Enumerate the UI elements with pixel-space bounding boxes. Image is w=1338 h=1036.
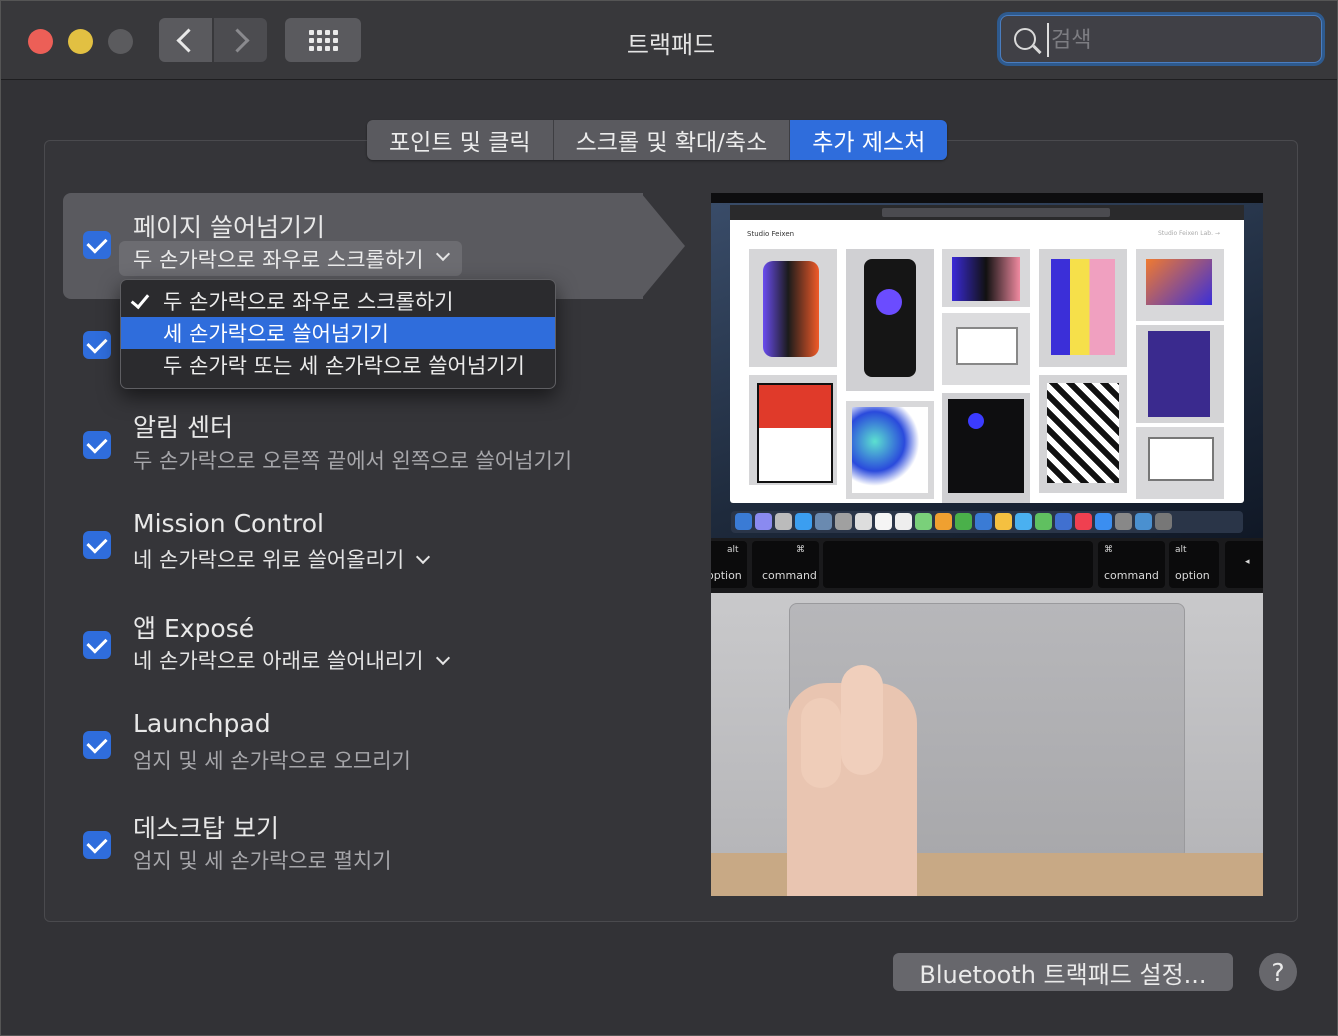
selection-pointer (641, 193, 685, 299)
menu-option-two-finger-scroll[interactable]: 두 손가락으로 좌우로 스크롤하기 (121, 285, 555, 317)
help-button[interactable]: ? (1259, 953, 1297, 991)
menu-option-label: 세 손가락으로 쓸어넘기기 (163, 322, 389, 346)
tab-more-gestures[interactable]: 추가 제스처 (790, 120, 948, 160)
checkmark-icon (86, 532, 108, 554)
mission-control-title: Mission Control (133, 509, 324, 538)
swipe-pages-title: 페이지 쓸어넘기기 (133, 213, 325, 242)
notification-center-title: 알림 센터 (133, 413, 233, 442)
checkmark-icon (86, 332, 108, 354)
mission-control-checkbox[interactable] (83, 531, 111, 559)
app-expose-popup[interactable]: 네 손가락으로 아래로 쓸어내리기 (133, 645, 450, 675)
menu-option-label: 두 손가락으로 좌우로 스크롤하기 (163, 290, 454, 314)
mission-control-popup-value: 네 손가락으로 위로 쓸어올리기 (133, 548, 405, 572)
minimize-window-button[interactable] (68, 29, 93, 54)
show-all-button[interactable] (285, 18, 361, 62)
show-desktop-checkbox[interactable] (83, 831, 111, 859)
chevron-down-icon (435, 650, 450, 666)
preview-site-link: Studio Feixen Lab. → (1158, 230, 1220, 237)
close-window-button[interactable] (28, 29, 53, 54)
chevron-down-icon (435, 246, 450, 261)
grid-icon (308, 29, 338, 51)
notification-center-checkbox[interactable] (83, 431, 111, 459)
preview-browser-window: Studio Feixen Studio Feixen Lab. → (730, 205, 1244, 503)
swipe-pages-popup[interactable]: 두 손가락으로 좌우로 스크롤하기 (119, 241, 462, 276)
swipe-apps-checkbox[interactable] (83, 331, 111, 359)
tab-scroll-and-zoom[interactable]: 스크롤 및 확대/축소 (553, 120, 791, 160)
gesture-preview-image: Studio Feixen Studio Feixen Lab. → alt p… (711, 193, 1263, 896)
launchpad-subtitle: 엄지 및 세 손가락으로 오므리기 (133, 749, 411, 773)
mission-control-popup[interactable]: 네 손가락으로 위로 쓸어올리기 (133, 544, 431, 574)
checkmark-icon (86, 832, 108, 854)
menu-option-label: 두 손가락 또는 세 손가락으로 쓸어넘기기 (163, 354, 525, 378)
checkmark-icon (86, 432, 108, 454)
chevron-left-icon (176, 27, 201, 53)
app-expose-checkbox[interactable] (83, 631, 111, 659)
app-expose-title: 앱 Exposé (133, 614, 255, 643)
checkmark-icon (86, 732, 108, 754)
zoom-window-button[interactable] (108, 29, 133, 54)
tab-bar: 포인트 및 클릭 스크롤 및 확대/축소 추가 제스처 (367, 120, 948, 160)
launchpad-checkbox[interactable] (83, 731, 111, 759)
preview-site-name: Studio Feixen (747, 230, 795, 238)
launchpad-title: Launchpad (133, 709, 271, 738)
preview-screen: Studio Feixen Studio Feixen Lab. → (711, 193, 1263, 538)
checkmark-icon (86, 232, 108, 254)
swipe-pages-popup-value: 두 손가락으로 좌우로 스크롤하기 (133, 247, 424, 272)
preview-dock (731, 511, 1243, 533)
back-button[interactable] (159, 18, 212, 62)
search-icon (1014, 28, 1036, 50)
bluetooth-trackpad-setup-button[interactable]: Bluetooth 트랙패드 설정... (893, 953, 1233, 991)
swipe-pages-checkbox[interactable] (83, 231, 111, 259)
menu-option-two-or-three-finger-swipe[interactable]: 두 손가락 또는 세 손가락으로 쓸어넘기기 (121, 349, 555, 381)
forward-button[interactable] (214, 18, 267, 62)
tab-point-and-click[interactable]: 포인트 및 클릭 (367, 120, 554, 160)
notification-center-subtitle: 두 손가락으로 오른쪽 끝에서 왼쪽으로 쓸어넘기기 (133, 449, 573, 473)
show-desktop-subtitle: 엄지 및 세 손가락으로 펼치기 (133, 849, 392, 873)
chevron-right-icon (225, 27, 250, 53)
menu-option-three-finger-swipe[interactable]: 세 손가락으로 쓸어넘기기 (121, 317, 555, 349)
title-bar: 트랙패드 (1, 1, 1337, 80)
checkmark-icon (86, 632, 108, 654)
window-title: 트랙패드 (626, 31, 716, 59)
app-expose-popup-value: 네 손가락으로 아래로 쓸어내리기 (133, 649, 424, 673)
search-field[interactable] (1000, 15, 1322, 63)
preview-keyboard: altoption ⌘command ⌘command altoption ◂ (711, 538, 1263, 593)
show-desktop-title: 데스크탑 보기 (133, 814, 279, 843)
chevron-down-icon (416, 549, 431, 565)
swipe-pages-menu: 두 손가락으로 좌우로 스크롤하기 세 손가락으로 쓸어넘기기 두 손가락 또는… (120, 279, 556, 389)
preferences-window: 트랙패드 포인트 및 클릭 스크롤 및 확대/축소 추가 제스처 페이지 쓸어넘… (0, 0, 1338, 1036)
checkmark-icon (130, 289, 150, 310)
search-input[interactable] (1047, 23, 1313, 57)
